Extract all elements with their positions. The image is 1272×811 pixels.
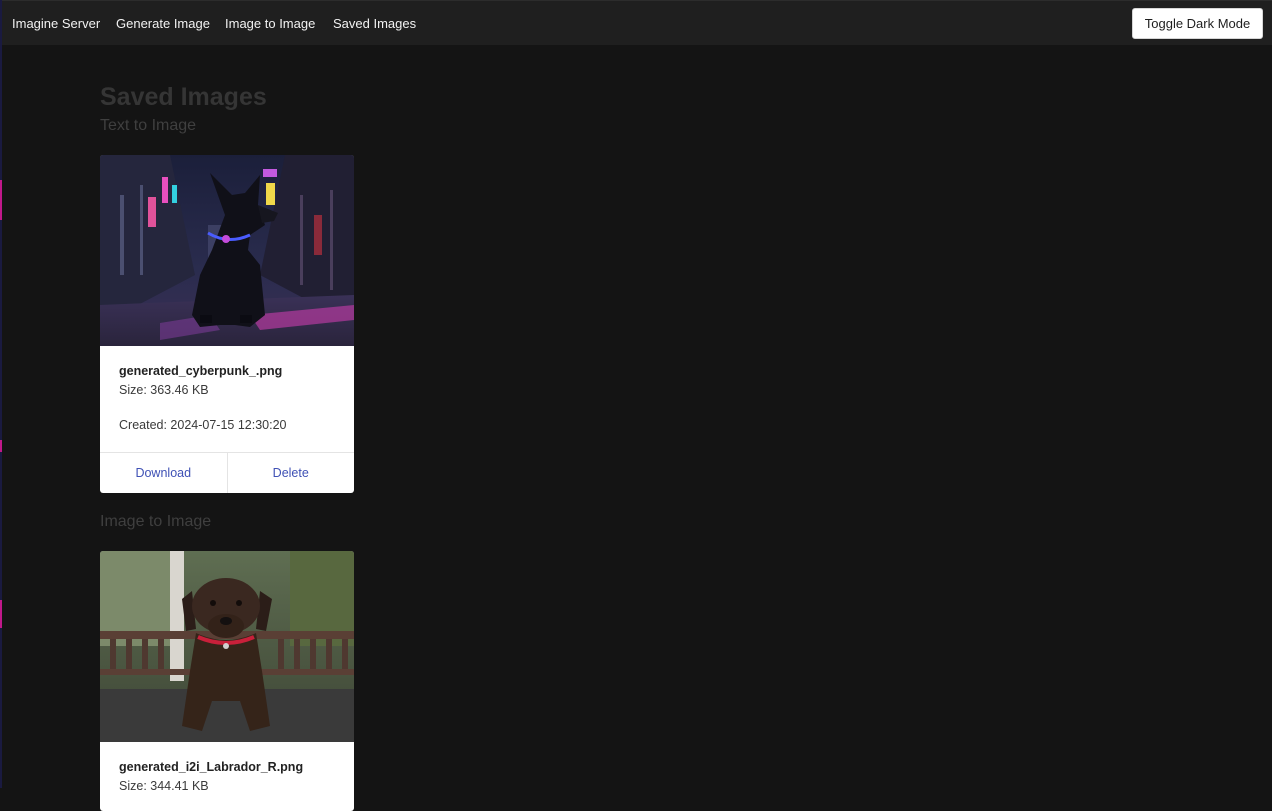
edge-accent (0, 600, 2, 628)
top-navbar: Imagine Server Generate Image Image to I… (2, 0, 1272, 45)
card-body: generated_cyberpunk_.png Size: 363.46 KB… (100, 346, 354, 434)
image-card: generated_i2i_Labrador_R.png Size: 344.4… (100, 551, 354, 811)
edge-accent (0, 440, 2, 452)
image-card: generated_cyberpunk_.png Size: 363.46 KB… (100, 155, 354, 493)
card-body: generated_i2i_Labrador_R.png Size: 344.4… (100, 742, 354, 795)
file-name: generated_cyberpunk_.png (119, 364, 283, 378)
file-size: Size: 363.46 KB (119, 383, 209, 397)
section-heading-text-to-image: Text to Image (100, 117, 197, 134)
window-left-edge (0, 0, 2, 788)
file-created: Created: 2024-07-15 12:30:20 (119, 418, 287, 432)
page-title: Saved Images (100, 83, 267, 111)
brand-link[interactable]: Imagine Server (12, 16, 100, 31)
labrador-puppy-image[interactable] (100, 551, 354, 742)
file-size: Size: 344.41 KB (119, 779, 209, 793)
section-heading-image-to-image: Image to Image (100, 513, 212, 530)
toggle-dark-mode-button[interactable]: Toggle Dark Mode (1132, 8, 1263, 39)
cyberpunk-dog-image[interactable] (100, 155, 354, 346)
edge-accent (0, 180, 2, 220)
file-name: generated_i2i_Labrador_R.png (119, 760, 304, 774)
nav-generate-image[interactable]: Generate Image (116, 16, 210, 31)
card-actions: Download Delete (100, 452, 354, 493)
delete-button[interactable]: Delete (226, 453, 355, 493)
download-button[interactable]: Download (100, 453, 227, 493)
nav-saved-images[interactable]: Saved Images (333, 16, 416, 31)
nav-image-to-image[interactable]: Image to Image (225, 16, 315, 31)
